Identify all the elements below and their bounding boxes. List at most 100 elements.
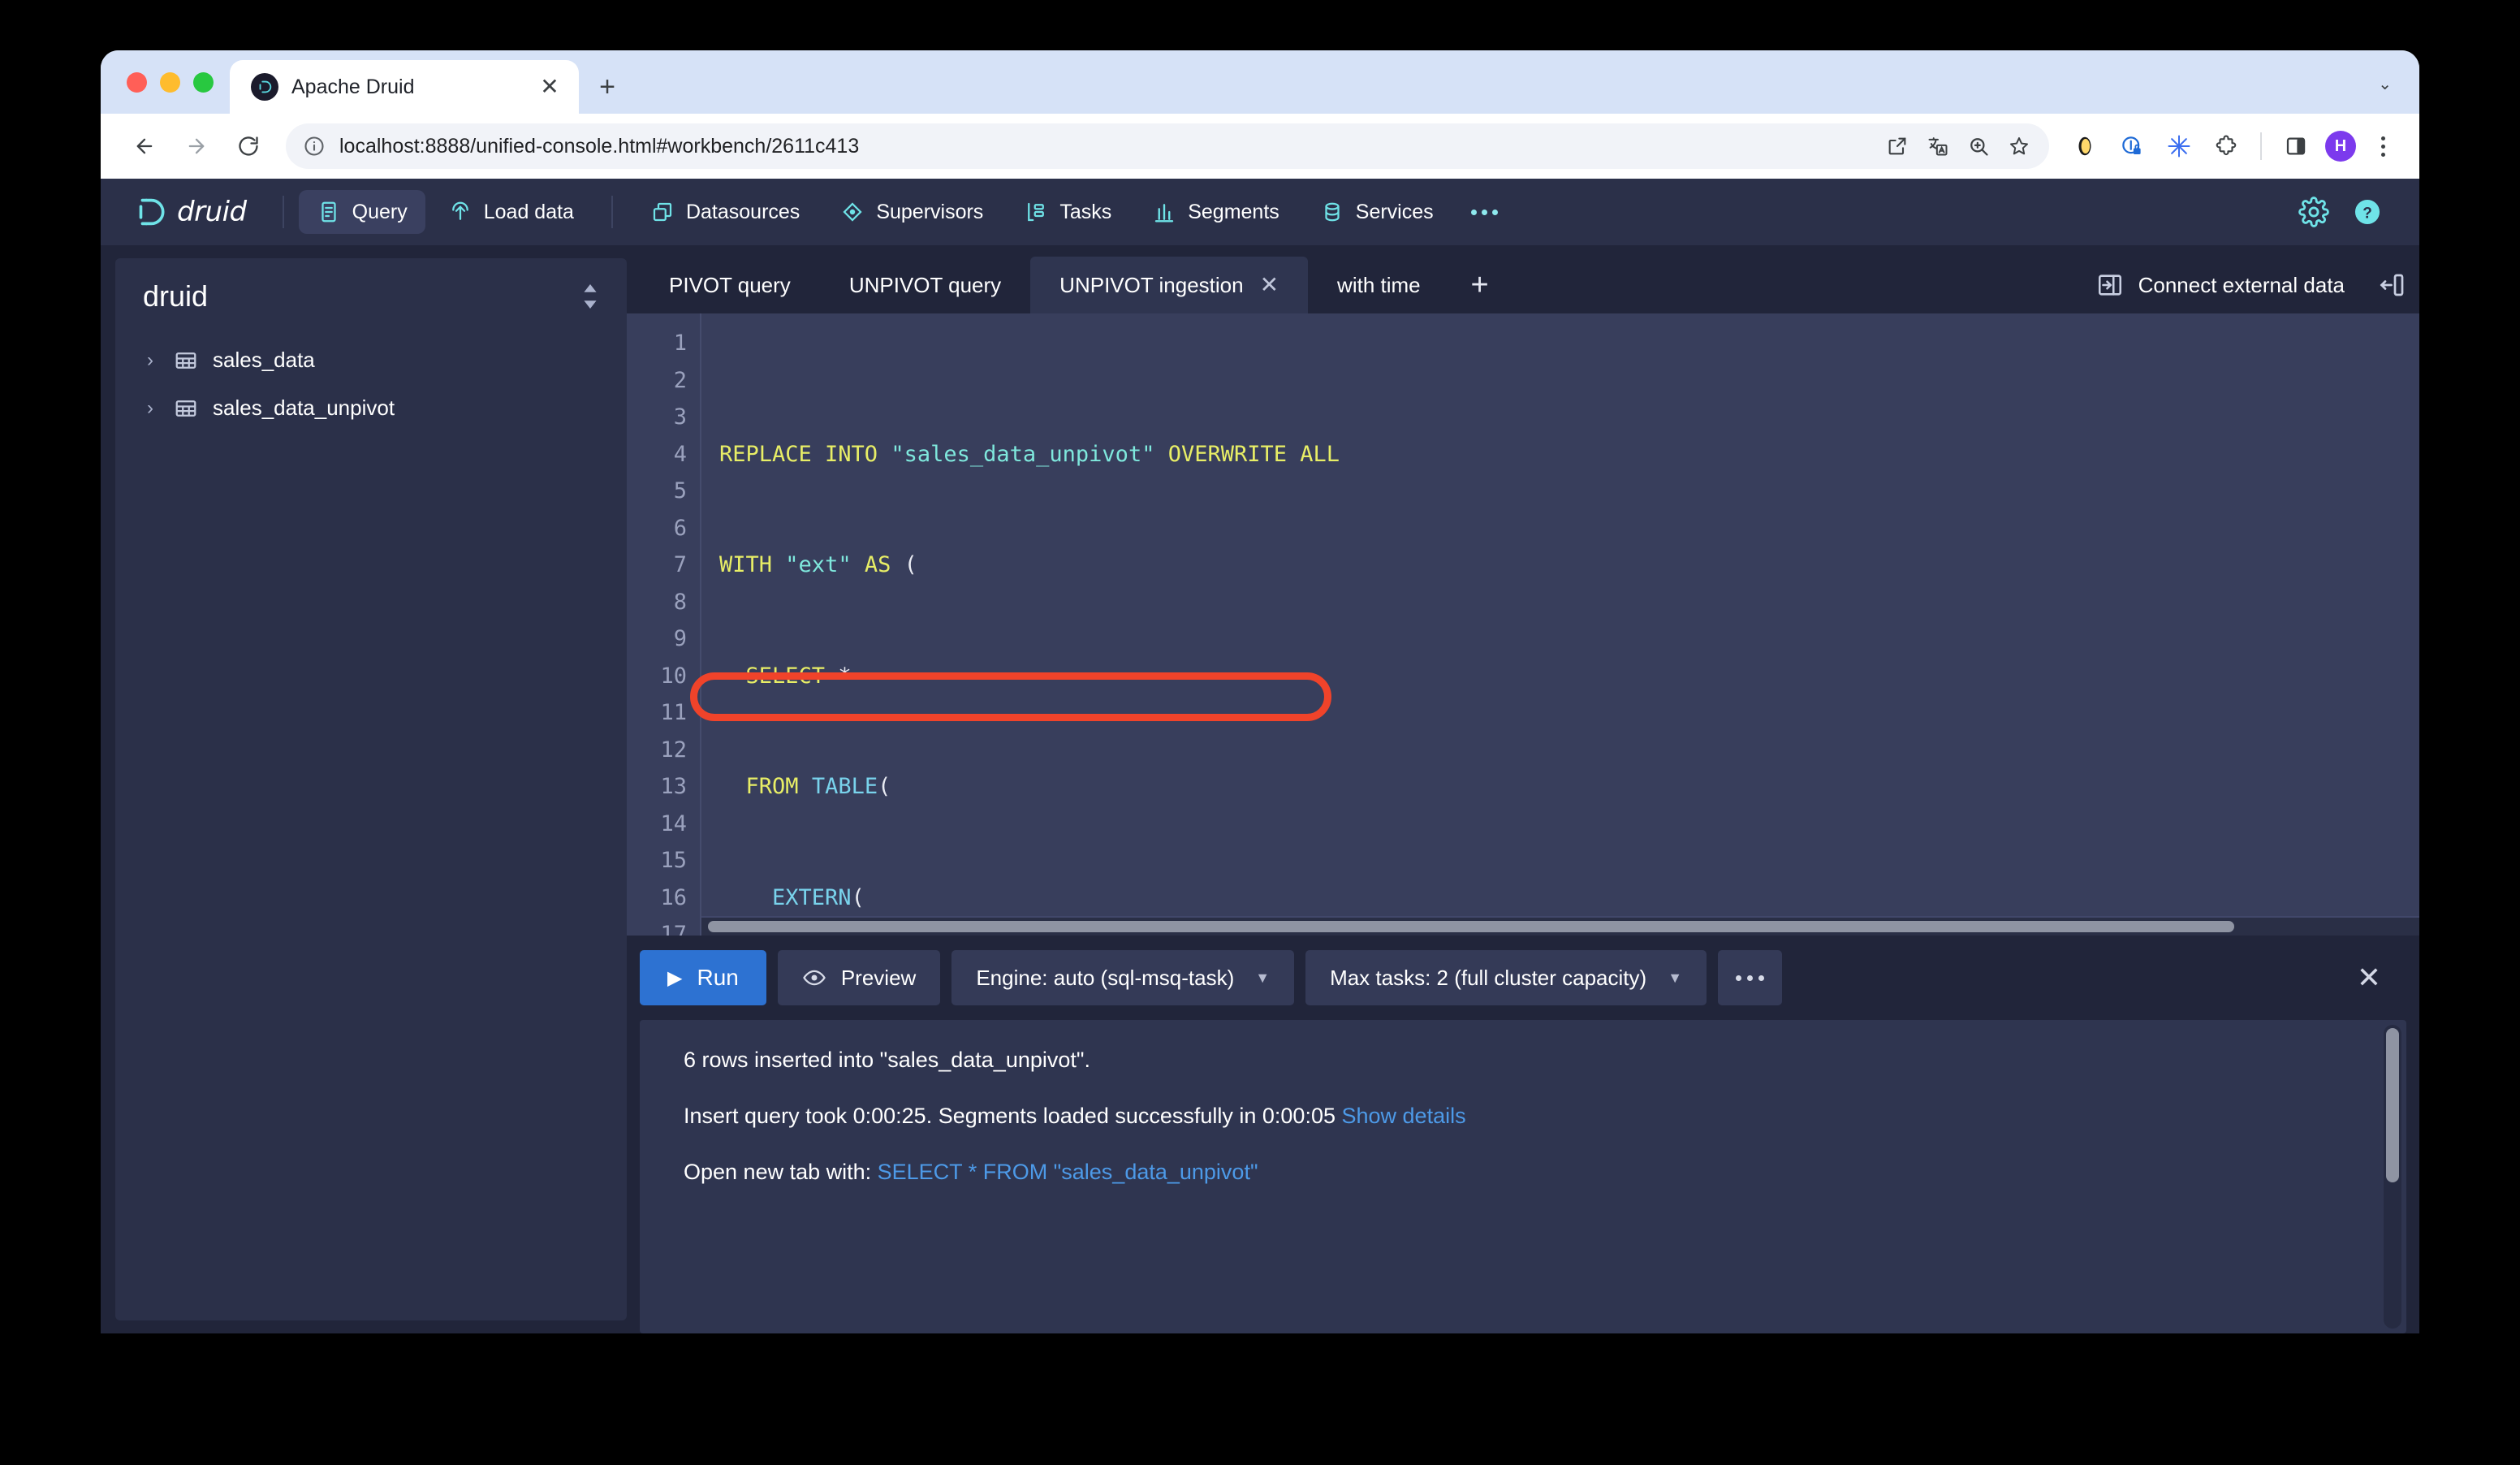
close-icon[interactable]: ✕: [535, 72, 564, 102]
extensions-puzzle-icon[interactable]: [2208, 128, 2244, 164]
nav-item-services[interactable]: Services: [1302, 190, 1452, 234]
minimize-window-button[interactable]: [160, 72, 180, 93]
nav-more-button[interactable]: [1456, 198, 1512, 227]
editor-code[interactable]: REPLACE INTO "sales_data_unpivot" OVERWR…: [701, 313, 2419, 936]
close-icon[interactable]: ✕: [1260, 274, 1279, 296]
zoom-icon[interactable]: [1965, 132, 1992, 160]
code-line: EXTERN(: [719, 879, 2419, 917]
open-in-new-icon[interactable]: [1884, 132, 1911, 160]
sql-editor[interactable]: 1234567891011121314151617 REPLACE INTO "…: [627, 313, 2419, 936]
header-divider: [611, 196, 613, 228]
engine-label: Engine: auto (sql-msq-task): [976, 966, 1234, 991]
extension-toolbar: H: [2067, 128, 2398, 164]
chevron-right-icon[interactable]: ›: [141, 397, 159, 420]
extension-sparkle-icon[interactable]: [2161, 128, 2197, 164]
result-rows-inserted: 6 rows inserted into "sales_data_unpivot…: [684, 1048, 2362, 1073]
toolbar-divider: [2260, 132, 2262, 160]
extension-lens-icon[interactable]: [2067, 128, 2103, 164]
browser-tab[interactable]: Apache Druid ✕: [230, 60, 579, 114]
window-traffic-lights: [101, 72, 230, 114]
reload-icon[interactable]: [226, 123, 271, 169]
chevron-right-icon[interactable]: ›: [141, 349, 159, 372]
results-vertical-scrollbar[interactable]: [2384, 1025, 2401, 1329]
nav-label: Supervisors: [876, 201, 983, 224]
line-number: 3: [627, 399, 687, 436]
line-number: 17: [627, 916, 687, 936]
help-icon[interactable]: ?: [2351, 196, 2384, 228]
back-icon[interactable]: [122, 123, 167, 169]
nav-label: Query: [352, 201, 408, 224]
query-run-toolbar: ▶ Run Preview Engine: auto (sql-msq-task…: [627, 936, 2419, 1020]
tab-label: UNPIVOT query: [849, 273, 1001, 298]
connect-external-label: Connect external data: [2138, 273, 2345, 298]
add-tab-button[interactable]: +: [1450, 257, 1510, 313]
tab-unpivot-query[interactable]: UNPIVOT query: [820, 257, 1030, 313]
preview-button[interactable]: Preview: [778, 950, 940, 1005]
scrollbar-thumb[interactable]: [2386, 1028, 2399, 1182]
query-icon: [317, 200, 341, 224]
tab-pivot-query[interactable]: PIVOT query: [640, 257, 820, 313]
line-number: 13: [627, 768, 687, 806]
max-tasks-selector[interactable]: Max tasks: 2 (full cluster capacity) ▼: [1305, 950, 1707, 1005]
nav-item-load-data[interactable]: Load data: [430, 190, 592, 234]
result-timing-text: Insert query took 0:00:25. Segments load…: [684, 1104, 1342, 1128]
extension-privacy-icon[interactable]: [2114, 128, 2150, 164]
sidebar-schema-title: druid: [143, 279, 208, 313]
nav-label: Segments: [1188, 201, 1279, 224]
segments-icon: [1152, 200, 1176, 224]
supervisors-icon: [840, 200, 865, 224]
open-new-tab-link[interactable]: SELECT * FROM "sales_data_unpivot": [878, 1160, 1258, 1184]
tab-unpivot-ingestion[interactable]: UNPIVOT ingestion ✕: [1030, 257, 1308, 313]
line-number: 6: [627, 510, 687, 547]
collapse-panel-icon[interactable]: [2366, 257, 2419, 313]
svg-text:?: ?: [2362, 205, 2372, 222]
line-number: 10: [627, 658, 687, 695]
editor-horizontal-scrollbar[interactable]: [701, 918, 2419, 936]
chevron-down-icon[interactable]: ⌄: [2378, 74, 2419, 114]
engine-selector[interactable]: Engine: auto (sql-msq-task) ▼: [951, 950, 1294, 1005]
druid-header: druid Query Load data: [101, 179, 2419, 245]
gear-icon[interactable]: [2298, 196, 2330, 228]
close-window-button[interactable]: [127, 72, 147, 93]
side-panel-icon[interactable]: [2278, 128, 2314, 164]
maximize-window-button[interactable]: [193, 72, 214, 93]
nav-label: Tasks: [1059, 201, 1111, 224]
code-line: WITH "ext" AS (: [719, 547, 2419, 584]
forward-icon[interactable]: [174, 123, 219, 169]
druid-logo[interactable]: druid: [132, 193, 268, 231]
nav-item-query[interactable]: Query: [299, 190, 425, 234]
connect-external-data-button[interactable]: Connect external data: [2075, 257, 2366, 313]
play-icon: ▶: [667, 966, 682, 990]
nav-label: Load data: [484, 201, 574, 224]
nav-item-segments[interactable]: Segments: [1134, 190, 1297, 234]
more-options-button[interactable]: [1718, 950, 1782, 1005]
new-tab-button[interactable]: +: [585, 60, 629, 114]
nav-item-supervisors[interactable]: Supervisors: [822, 190, 1001, 234]
scrollbar-thumb[interactable]: [708, 921, 2234, 932]
bookmark-star-icon[interactable]: [2005, 132, 2033, 160]
profile-avatar[interactable]: H: [2325, 131, 2356, 162]
sidebar-item-sales_data_unpivot[interactable]: › sales_data_unpivot: [133, 384, 609, 432]
druid-console: druid Query Load data: [101, 179, 2419, 1333]
code-line: REPLACE INTO "sales_data_unpivot" OVERWR…: [719, 436, 2419, 473]
site-info-icon[interactable]: [302, 134, 326, 158]
browser-menu-icon[interactable]: [2367, 136, 2398, 157]
line-number: 4: [627, 436, 687, 473]
show-details-link[interactable]: Show details: [1342, 1104, 1466, 1128]
sidebar-item-sales_data[interactable]: › sales_data: [133, 336, 609, 384]
close-results-icon[interactable]: ✕: [2346, 955, 2392, 1000]
nav-label: Datasources: [686, 201, 800, 224]
line-number: 1: [627, 325, 687, 362]
address-bar[interactable]: localhost:8888/unified-console.html#work…: [286, 123, 2049, 169]
header-divider: [283, 196, 284, 228]
nav-item-tasks[interactable]: Tasks: [1006, 190, 1129, 234]
tab-with-time[interactable]: with time: [1308, 257, 1450, 313]
translate-icon[interactable]: [1924, 132, 1952, 160]
sort-toggle-icon[interactable]: [580, 284, 601, 309]
result-open-new-tab: Open new tab with: SELECT * FROM "sales_…: [684, 1160, 2362, 1185]
load-data-icon: [448, 200, 472, 224]
browser-toolbar: localhost:8888/unified-console.html#work…: [101, 114, 2419, 179]
run-button[interactable]: ▶ Run: [640, 950, 766, 1005]
nav-item-datasources[interactable]: Datasources: [632, 190, 818, 234]
tasks-icon: [1024, 200, 1048, 224]
